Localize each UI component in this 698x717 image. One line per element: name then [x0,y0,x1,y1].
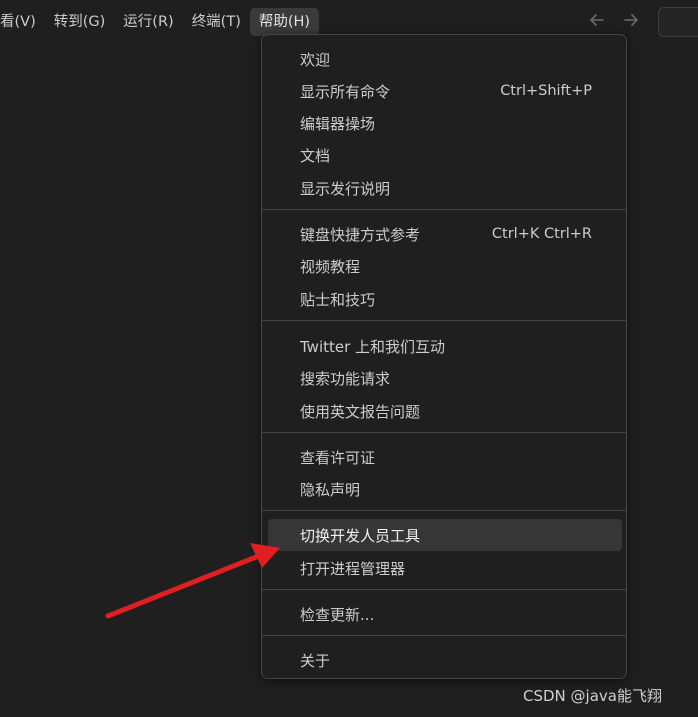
menu-item-label: 切换开发人员工具 [300,526,421,545]
menu-item-label: 关于 [300,651,331,670]
menu-item-label: 搜索功能请求 [300,369,391,388]
help-menu-dropdown: 欢迎 显示所有命令 Ctrl+Shift+P 编辑器操场 文档 显示发行说明 键… [261,34,627,679]
menu-item-label: 编辑器操场 [300,114,376,133]
menu-item-search-feature-requests[interactable]: 搜索功能请求 [268,362,622,394]
menu-separator [262,589,626,590]
menu-item-tips-and-tricks[interactable]: 贴士和技巧 [268,283,622,315]
arrow-left-icon[interactable] [586,9,608,31]
menu-item-label: 隐私声明 [300,480,361,499]
menu-item-keyboard-shortcuts-reference[interactable]: 键盘快捷方式参考 Ctrl+K Ctrl+R [268,218,622,250]
menu-item-label: 使用英文报告问题 [300,402,421,421]
menu-item-open-process-explorer[interactable]: 打开进程管理器 [268,552,622,584]
menu-item-twitter[interactable]: Twitter 上和我们互动 [268,330,622,362]
menu-help[interactable]: 帮助(H) [249,8,320,36]
menu-item-label: Twitter 上和我们互动 [300,337,446,356]
menu-item-label: 检查更新... [300,605,375,624]
menu-item-toggle-developer-tools[interactable]: 切换开发人员工具 [268,519,622,551]
menu-go[interactable]: 转到(G) [45,8,115,36]
menu-item-check-for-updates[interactable]: 检查更新... [268,598,622,630]
arrow-right-icon[interactable] [620,9,642,31]
menu-item-shortcut: Ctrl+Shift+P [500,83,592,99]
navigation-arrows [586,9,642,31]
menu-item-about[interactable]: 关于 [268,644,622,676]
menu-item-label: 键盘快捷方式参考 [300,225,421,244]
menu-item-editor-playground[interactable]: 编辑器操场 [268,107,622,139]
menu-item-show-all-commands[interactable]: 显示所有命令 Ctrl+Shift+P [268,75,622,107]
menu-item-privacy-statement[interactable]: 隐私声明 [268,473,622,505]
menu-item-welcome[interactable]: 欢迎 [268,43,622,75]
menu-separator [262,432,626,433]
menu-separator [262,209,626,210]
menu-item-view-license[interactable]: 查看许可证 [268,441,622,473]
menu-item-label: 打开进程管理器 [300,559,406,578]
menu-bar: 看(V) 转到(G) 运行(R) 终端(T) 帮助(H) [0,7,320,37]
menu-item-report-issue[interactable]: 使用英文报告问题 [268,395,622,427]
menu-item-shortcut: Ctrl+K Ctrl+R [491,226,592,242]
watermark: CSDN @java能飞翔 [523,687,662,705]
menu-separator [262,510,626,511]
menu-run[interactable]: 运行(R) [114,8,182,36]
menu-item-release-notes[interactable]: 显示发行说明 [268,172,622,204]
command-center-search[interactable] [658,7,698,37]
menu-item-label: 视频教程 [300,257,361,276]
menu-item-label: 查看许可证 [300,448,376,467]
menu-item-label: 显示所有命令 [300,82,391,101]
menu-item-label: 欢迎 [300,50,331,69]
menu-item-label: 文档 [300,146,331,165]
menu-terminal[interactable]: 终端(T) [183,8,250,36]
menu-item-documentation[interactable]: 文档 [268,139,622,171]
menu-view[interactable]: 看(V) [0,8,45,36]
menu-item-video-tutorials[interactable]: 视频教程 [268,250,622,282]
menu-separator [262,635,626,636]
menu-separator [262,320,626,321]
menu-item-label: 贴士和技巧 [300,290,376,309]
menu-item-label: 显示发行说明 [300,179,391,198]
